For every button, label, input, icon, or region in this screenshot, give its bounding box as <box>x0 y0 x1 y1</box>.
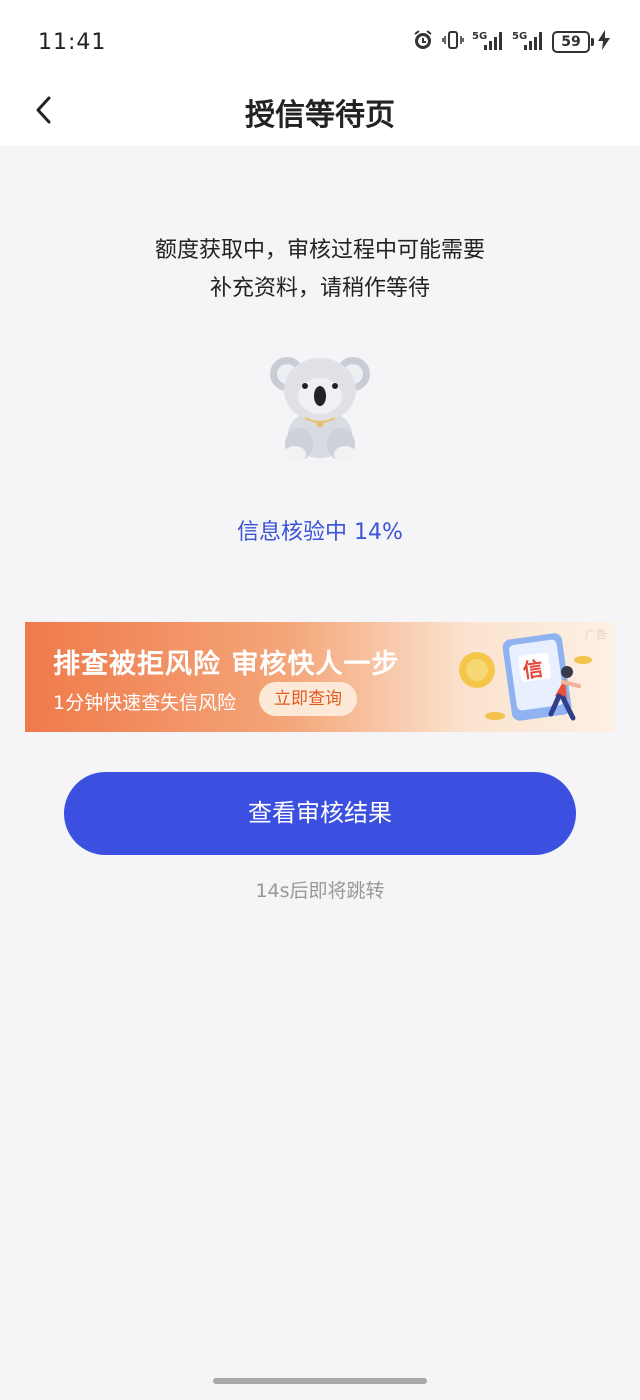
system-icons: 5G 5G 59 <box>412 28 610 56</box>
status-bar: 11:41 5G 5G 59 <box>0 0 640 78</box>
ad-banner[interactable]: 排查被拒风险 审核快人一步 1分钟快速查失信风险 立即查询 广告 信 <box>25 622 615 732</box>
ad-subtitle: 1分钟快速查失信风险 <box>53 692 237 714</box>
vibrate-icon <box>442 29 464 55</box>
ad-illustration-char: 信 <box>521 656 544 683</box>
battery-icon: 59 <box>552 31 594 53</box>
status-message-line-1: 额度获取中，审核过程中可能需要 <box>154 238 485 263</box>
status-message: 额度获取中，审核过程中可能需要 补充资料，请稍作等待 <box>0 232 640 308</box>
view-result-button[interactable]: 查看审核结果 <box>64 772 576 855</box>
signal-5g-icon: 5G <box>472 29 504 55</box>
nav-bar: 授信等待页 <box>0 78 640 146</box>
signal-5g-icon: 5G <box>512 29 544 55</box>
ad-query-button[interactable]: 立即查询 <box>259 682 357 716</box>
status-time: 11:41 <box>38 30 107 55</box>
alarm-icon <box>412 29 434 55</box>
svg-text:5G: 5G <box>472 31 487 42</box>
home-indicator[interactable] <box>213 1378 427 1384</box>
ad-illustration: 信 <box>455 626 605 730</box>
ad-title: 排查被拒风险 审核快人一步 <box>53 649 400 680</box>
koala-mascot <box>265 348 375 463</box>
progress-text: 信息核验中 14% <box>237 520 403 545</box>
redirect-countdown: 14s后即将跳转 <box>255 880 385 902</box>
page-title: 授信等待页 <box>245 98 395 133</box>
charging-icon <box>598 30 610 54</box>
status-message-line-2: 补充资料，请稍作等待 <box>209 276 430 301</box>
svg-text:5G: 5G <box>512 31 527 42</box>
